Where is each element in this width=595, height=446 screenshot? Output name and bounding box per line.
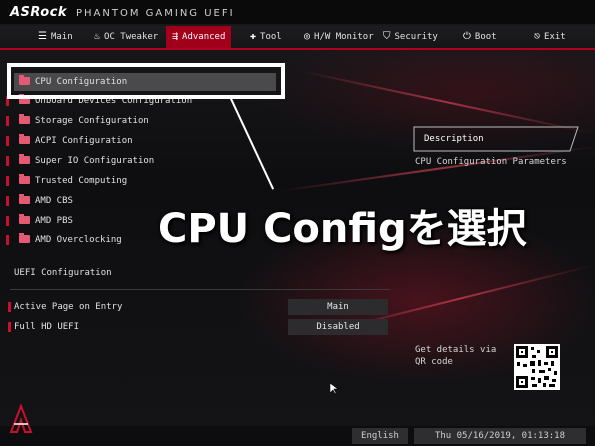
list-icon: ☰ bbox=[38, 31, 47, 42]
section-divider bbox=[10, 289, 390, 290]
folder-icon bbox=[19, 232, 30, 243]
datetime-display: Thu 05/16/2019, 01:13:18 bbox=[414, 428, 586, 444]
brand-logo: ASRock bbox=[10, 5, 68, 20]
brand-subtitle: PHANTOM GAMING UEFI bbox=[76, 8, 235, 19]
tab-hw-monitor[interactable]: ◎ H/W Monitor bbox=[304, 26, 374, 48]
tab-security[interactable]: ⛉ Security bbox=[383, 26, 438, 48]
row-marker bbox=[8, 322, 11, 332]
qr-caption: Get details via QR code bbox=[415, 345, 497, 367]
annotation-highlight-box bbox=[7, 63, 285, 99]
advanced-icon: ⇶ bbox=[172, 31, 179, 42]
shield-icon: ⛉ bbox=[383, 31, 391, 42]
row-marker bbox=[6, 235, 9, 245]
main-nav: ☰ Main ♨ OC Tweaker ⇶ Advanced ✚ Tool ◎ H/W M… bbox=[0, 26, 595, 50]
flame-icon: ♨ bbox=[94, 31, 101, 42]
row-marker bbox=[6, 136, 9, 146]
tab-boot[interactable]: ⏻ Boot bbox=[463, 26, 497, 48]
full-hd-uefi-select[interactable]: Disabled bbox=[288, 319, 388, 335]
mouse-cursor-icon bbox=[329, 380, 339, 399]
language-button[interactable]: English bbox=[352, 428, 408, 444]
menu-item-acpi-configuration[interactable]: ACPI Configuration bbox=[6, 132, 276, 150]
annotation-caption: CPU Configを選択 bbox=[158, 206, 527, 252]
menu-item-super-io-configuration[interactable]: Super IO Configuration bbox=[6, 152, 276, 170]
folder-icon bbox=[19, 153, 30, 164]
menu-item-trusted-computing[interactable]: Trusted Computing bbox=[6, 172, 276, 190]
row-marker bbox=[8, 302, 11, 312]
setting-full-hd-label: Full HD UEFI bbox=[8, 318, 79, 336]
row-marker bbox=[6, 116, 9, 126]
row-marker bbox=[6, 216, 9, 226]
description-title: Description bbox=[424, 134, 484, 144]
tab-main[interactable]: ☰ Main bbox=[38, 26, 73, 48]
folder-icon bbox=[19, 173, 30, 184]
power-icon: ⏻ bbox=[463, 31, 471, 42]
row-marker bbox=[6, 156, 9, 166]
tab-exit[interactable]: ⎋ Exit bbox=[534, 26, 566, 48]
tab-oc-tweaker[interactable]: ♨ OC Tweaker bbox=[94, 26, 158, 48]
phantom-gaming-logo-icon bbox=[8, 403, 34, 434]
exit-icon: ⎋ bbox=[534, 31, 541, 42]
folder-icon bbox=[19, 193, 30, 204]
tab-tool[interactable]: ✚ Tool bbox=[250, 26, 282, 48]
row-marker bbox=[6, 196, 9, 206]
qr-code-icon bbox=[514, 344, 560, 390]
row-marker bbox=[6, 176, 9, 186]
tab-advanced[interactable]: ⇶ Advanced bbox=[166, 26, 232, 48]
folder-icon bbox=[19, 213, 30, 224]
uefi-section-title: UEFI Configuration bbox=[14, 268, 112, 278]
setting-active-page-label: Active Page on Entry bbox=[8, 298, 122, 316]
folder-icon bbox=[19, 113, 30, 124]
title-bar: ASRock PHANTOM GAMING UEFI bbox=[0, 0, 595, 24]
tool-icon: ✚ bbox=[250, 31, 257, 42]
folder-icon bbox=[19, 133, 30, 144]
monitor-icon: ◎ bbox=[304, 31, 311, 42]
active-page-select[interactable]: Main bbox=[288, 299, 388, 315]
description-text: CPU Configuration Parameters bbox=[415, 157, 567, 167]
